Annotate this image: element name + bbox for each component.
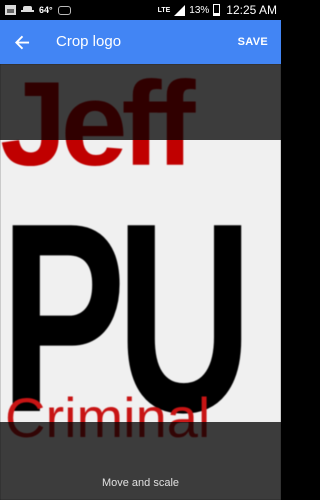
battery-percent: 13% (189, 4, 210, 16)
status-left: 64° (5, 0, 71, 20)
crop-window[interactable] (0, 140, 281, 422)
signal-icon (174, 4, 186, 16)
cloud-icon (57, 5, 71, 15)
save-button[interactable]: SAVE (238, 20, 268, 64)
crop-mask-top (0, 64, 281, 140)
move-and-scale-hint: Move and scale (101, 477, 180, 489)
battery-icon (213, 4, 221, 16)
arrow-back-icon (14, 35, 29, 49)
network-type: LTE (157, 6, 171, 14)
status-temperature: 64° (39, 5, 53, 15)
spy-icon (21, 5, 34, 15)
status-right: LTE 13% 12:25 AM (158, 0, 277, 20)
back-button[interactable] (9, 30, 35, 54)
page-title: Crop logo (56, 33, 122, 50)
status-time: 12:25 AM (226, 3, 277, 17)
status-bar: 64° LTE 13% 12:25 AM (0, 0, 281, 20)
crop-area[interactable]: Jeff PU Criminal (0, 64, 281, 500)
photo-icon (5, 5, 16, 15)
app-bar: Crop logo SAVE (0, 20, 281, 64)
